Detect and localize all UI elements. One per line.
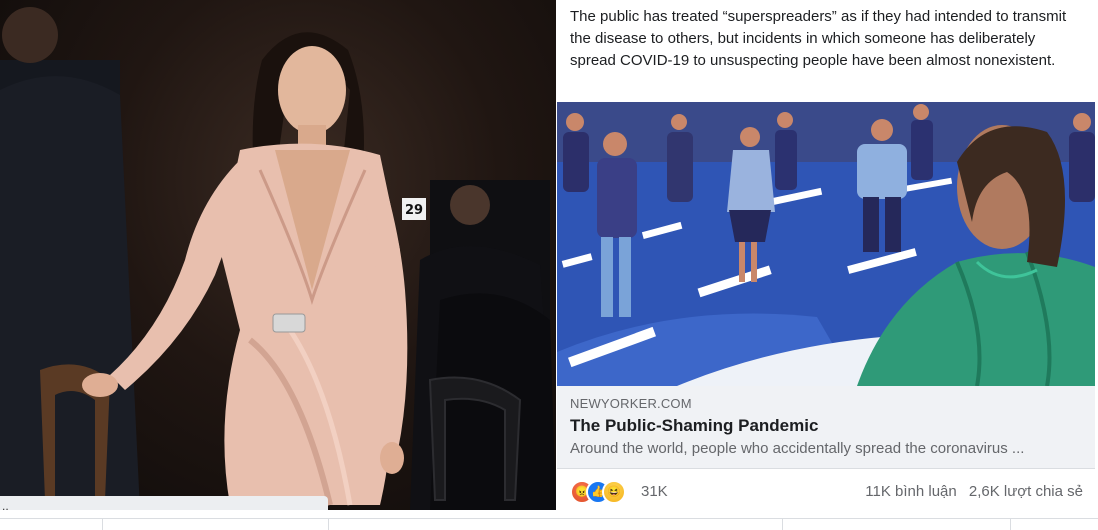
divider-tick <box>782 518 783 530</box>
post-text: The public has treated “superspreaders” … <box>570 8 1067 69</box>
reaction-icons[interactable]: 😠 👍 😆 <box>570 480 634 504</box>
share-count[interactable]: 2,6K lượt chia sẻ <box>969 483 1083 500</box>
photo-caption: .. <box>0 496 328 510</box>
facebook-post: The public has treated “superspreaders” … <box>557 0 1095 510</box>
illustration <box>557 102 1095 386</box>
link-description: Around the world, people who accidentall… <box>570 440 1025 457</box>
divider-tick <box>328 518 329 530</box>
comment-count[interactable]: 11K bình luận <box>865 483 956 500</box>
reaction-count[interactable]: 31K <box>641 483 668 500</box>
divider-tick <box>1010 518 1011 530</box>
table-number: 29 <box>405 203 423 218</box>
event-photo: 29 .. <box>0 0 556 510</box>
link-preview-meta[interactable]: NEWYORKER.COM The Public-Shaming Pandemi… <box>557 386 1095 469</box>
reactions-bar: 😠 👍 😆 31K 11K bình luận 2,6K lượt chia s… <box>557 468 1095 510</box>
photo-illustration: 29 <box>0 7 556 510</box>
haha-icon: 😆 <box>602 480 626 504</box>
link-domain: NEWYORKER.COM <box>570 396 692 411</box>
divider <box>0 518 1098 519</box>
divider-tick <box>102 518 103 530</box>
comments-shares: 11K bình luận 2,6K lượt chia sẻ <box>865 483 1083 500</box>
link-title[interactable]: The Public-Shaming Pandemic <box>570 416 818 436</box>
link-preview-image[interactable] <box>557 102 1095 386</box>
